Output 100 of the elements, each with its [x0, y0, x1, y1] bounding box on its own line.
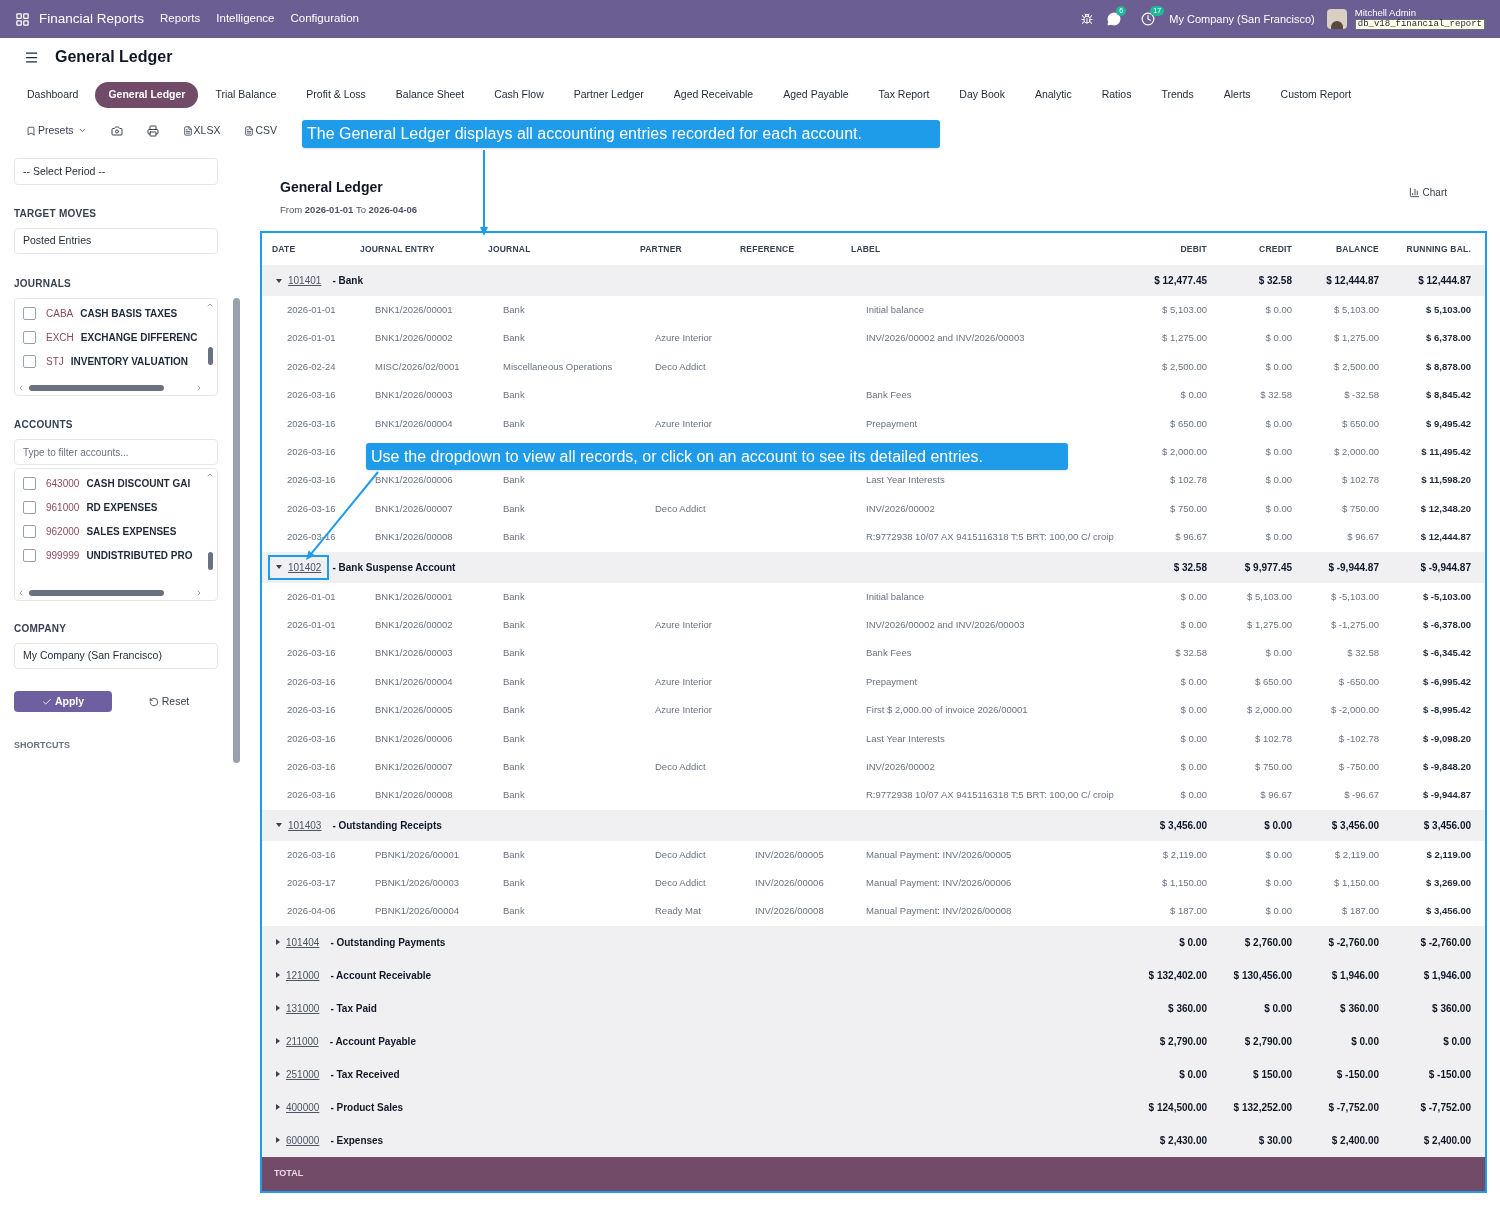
table-cell: $ 5,103.00 [1162, 304, 1207, 316]
table-cell: Bank [503, 502, 525, 514]
table-cell: Bank [503, 417, 525, 429]
group-total: $ -2,760.00 [1328, 936, 1379, 948]
guide-tooltip: The General Ledger displays all accounting entries recorded for each account. [302, 120, 940, 148]
table-cell: $ -750.00 [1338, 760, 1379, 772]
table-cell: 2026-03-16 [287, 474, 336, 486]
table-cell: $ 0.00 [1265, 474, 1292, 486]
account-name: - Account Payable [329, 1034, 416, 1049]
table-cell: $ 5,103.00 [1426, 304, 1471, 316]
table-cell: $ -9,848.20 [1422, 760, 1471, 772]
table-cell: $ 2,500.00 [1334, 360, 1379, 372]
table-cell: Azure Interior [655, 332, 713, 344]
table-cell: $ 0.00 [1180, 732, 1207, 744]
table-cell: $ 2,000.00 [1162, 446, 1207, 457]
group-total: $ 1,946.00 [1423, 969, 1471, 981]
page-title: General Ledger [55, 47, 173, 67]
table-cell: 2026-01-01 [287, 590, 336, 602]
account-name: - Outstanding Receipts [332, 818, 442, 833]
table-cell: $ 102.78 [1170, 474, 1207, 486]
table-cell: Deco Addict [655, 848, 706, 860]
table-cell: $ -650.00 [1338, 675, 1379, 687]
table-cell: $ -5,103.00 [1422, 590, 1471, 602]
table-cell: BNK1/2026/00002 [375, 332, 453, 344]
table-cell: $ -6,345.42 [1422, 647, 1471, 659]
table-cell: R:9772938 10/07 AX 9415116318 T:5 BRT: 100,00 C/ croip [866, 531, 1114, 543]
table-cell: $ 0.00 [1265, 360, 1292, 372]
table-cell: $ -6,378.00 [1422, 618, 1471, 630]
section-label: ACCOUNTS [14, 418, 74, 432]
item-code: CABA [46, 307, 74, 321]
table-cell: Bank [503, 531, 525, 543]
account-name: - Product Sales [330, 1100, 404, 1115]
table-cell: $ 96.67 [1175, 531, 1207, 543]
account-name: - Outstanding Payments [330, 935, 446, 950]
group-total: $ 2,760.00 [1244, 936, 1292, 948]
table-cell: $ 8,845.42 [1426, 389, 1471, 401]
group-total: $ 2,790.00 [1244, 1035, 1292, 1047]
table-cell: 2026-01-01 [287, 304, 336, 316]
table-cell: $ 650.00 [1170, 417, 1207, 429]
group-total: $ -9,944.87 [1420, 561, 1471, 573]
table-cell: $ 0.00 [1265, 417, 1292, 429]
table-cell: Bank [503, 647, 525, 659]
table-cell: $ 0.00 [1265, 848, 1292, 860]
table-cell: $ 9,495.42 [1426, 417, 1471, 429]
item-code: 643000 [46, 477, 80, 491]
table-cell: Bank [503, 590, 525, 602]
account-name: - Account Receivable [330, 968, 432, 983]
group-total: $ 124,500.00 [1148, 1101, 1207, 1113]
table-cell: 2026-03-16 [287, 848, 336, 860]
table-cell: Bank [503, 332, 525, 344]
table-cell: $ 0.00 [1265, 502, 1292, 514]
group-total: $ -2,760.00 [1420, 936, 1471, 948]
table-cell: Bank [503, 877, 525, 889]
table-cell: Deco Addict [655, 760, 706, 772]
table-cell: $ -5,103.00 [1330, 590, 1379, 602]
group-total: $ -7,752.00 [1420, 1101, 1471, 1113]
table-cell: 2026-03-16 [287, 446, 336, 457]
table-cell: $ 0.00 [1265, 905, 1292, 917]
table-cell: 2026-03-16 [287, 675, 336, 687]
table-cell: BNK1/2026/00001 [375, 304, 453, 316]
table-cell: $ 750.00 [1255, 760, 1292, 772]
account-name: - Bank Suspense Account [332, 560, 456, 575]
table-cell: $ 0.00 [1265, 647, 1292, 659]
table-cell: 2026-04-06 [287, 905, 336, 917]
table-cell: INV/2026/00005 [755, 848, 824, 860]
table-cell: BNK1/2026/00004 [375, 417, 453, 429]
group-total: $ 12,444.87 [1418, 275, 1471, 286]
table-cell: Manual Payment: INV/2026/00005 [866, 848, 1012, 860]
account-name: - Bank [332, 274, 363, 288]
group-total: $ 0.00 [1264, 819, 1292, 831]
group-total: $ 0.00 [1264, 1002, 1292, 1014]
table-cell: Last Year Interests [866, 732, 945, 744]
group-total: $ 360.00 [1340, 1002, 1379, 1014]
table-cell: Bank [503, 732, 525, 744]
table-cell: Bank [503, 304, 525, 316]
group-total: $ 150.00 [1253, 1068, 1292, 1080]
table-cell: Azure Interior [655, 675, 713, 687]
group-total: $ 360.00 [1168, 1002, 1207, 1014]
group-total: $ 9,977.45 [1244, 561, 1292, 573]
table-cell: Deco Addict [655, 502, 706, 514]
table-cell: $ -2,000.00 [1330, 704, 1379, 716]
table-cell: $ 187.00 [1342, 905, 1379, 917]
table-cell: $ 0.00 [1180, 704, 1207, 716]
group-total: $ 0.00 [1443, 1035, 1471, 1047]
table-cell: $ 2,000.00 [1247, 704, 1292, 716]
table-cell: Bank [503, 848, 525, 860]
table-cell: Manual Payment: INV/2026/00008 [866, 905, 1012, 917]
table-cell: Deco Addict [655, 360, 706, 372]
table-cell: $ -8,995.42 [1422, 704, 1471, 716]
group-total: $ 132,402.00 [1148, 969, 1207, 981]
table-cell: Ready Mat [655, 905, 701, 917]
table-cell: $ 1,150.00 [1334, 877, 1379, 889]
group-total: $ 12,444.87 [1326, 275, 1379, 286]
table-cell: $ -32.58 [1344, 389, 1379, 401]
table-cell: Azure Interior [655, 618, 713, 630]
group-total: $ 3,456.00 [1331, 819, 1379, 831]
table-cell: BNK1/2026/00006 [375, 474, 453, 486]
table-cell: INV/2026/00006 [755, 877, 824, 889]
group-total: $ 2,790.00 [1159, 1035, 1207, 1047]
table-cell: 2026-03-17 [287, 877, 336, 889]
